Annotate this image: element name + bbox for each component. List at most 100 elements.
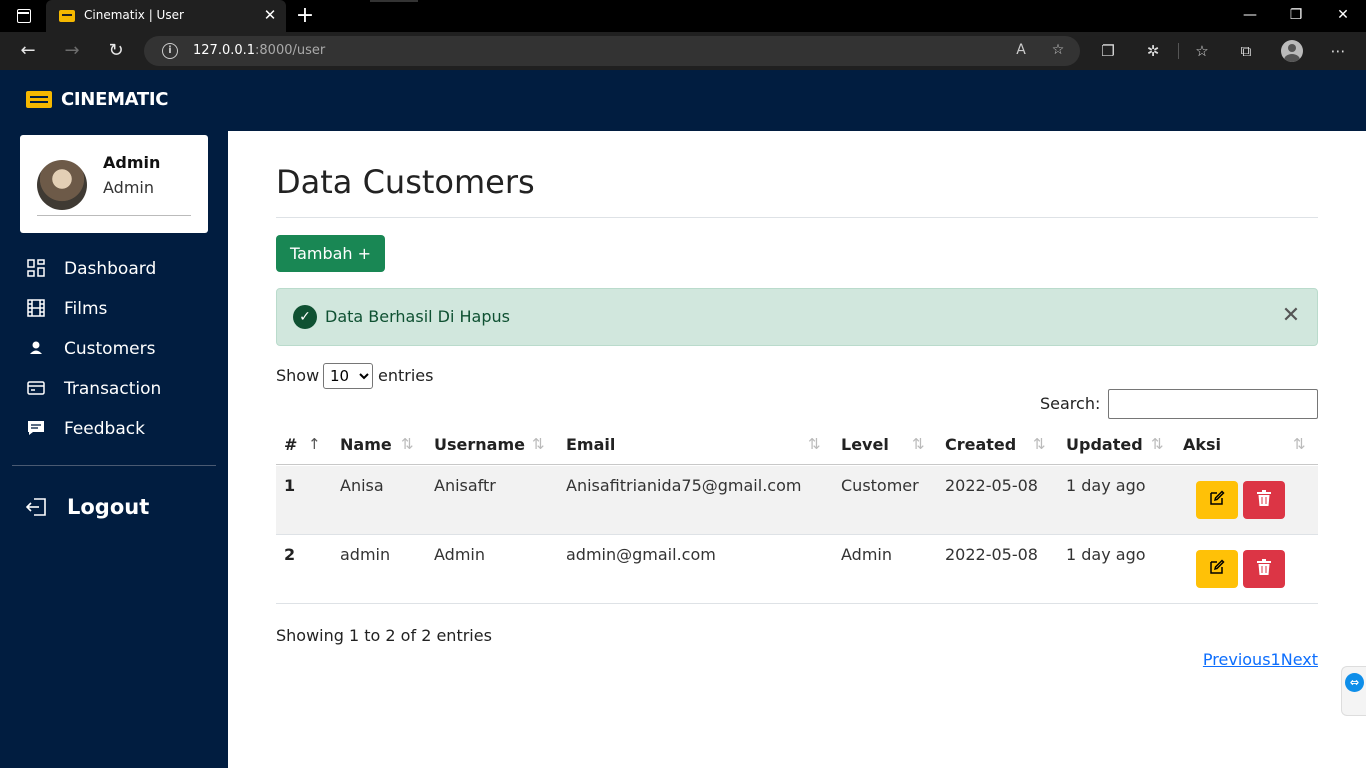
sort-icon[interactable]: ⇅ <box>1033 435 1046 453</box>
teamviewer-widget[interactable]: ⇔ <box>1341 666 1366 716</box>
entries-select[interactable]: 10 <box>323 363 373 389</box>
cell-no: 2 <box>284 545 296 564</box>
delete-button[interactable] <box>1243 550 1285 588</box>
sidebar-item-transaction[interactable]: Transaction <box>26 377 161 401</box>
refresh-icon[interactable]: ↻ <box>105 40 127 62</box>
column-header-updated[interactable]: Updated <box>1066 435 1143 454</box>
page-title: Data Customers <box>276 163 535 201</box>
sort-icon[interactable]: ⇅ <box>532 435 545 453</box>
teamviewer-icon: ⇔ <box>1345 673 1364 692</box>
delete-button[interactable] <box>1243 481 1285 519</box>
add-customer-button[interactable]: Tambah + <box>276 235 385 272</box>
edit-icon <box>1210 558 1225 574</box>
cell-username: Admin <box>434 545 485 564</box>
tab-title: Cinematix | User <box>84 8 184 22</box>
maximize-button[interactable]: ❐ <box>1286 7 1306 23</box>
browser-toolbar: ← → ↻ i 127.0.0.1:8000/user A ☆ ❐ ✲ ☆ ⧉ … <box>0 32 1366 70</box>
new-tab-button[interactable]: + <box>294 3 316 29</box>
sidebar-item-label: Customers <box>64 339 156 359</box>
cell-level: Admin <box>841 545 892 564</box>
sidebar-item-label: Dashboard <box>64 259 157 279</box>
sort-icon[interactable]: ⇅ <box>808 435 821 453</box>
cell-updated: 1 day ago <box>1066 476 1146 495</box>
table-row: 1 Anisa Anisaftr Anisafitrianida75@gmail… <box>276 466 1318 535</box>
address-bar[interactable]: i 127.0.0.1:8000/user A ☆ <box>144 36 1080 66</box>
tab-actions-icon[interactable]: ❐ <box>1098 41 1118 61</box>
user-name: Admin <box>103 153 161 172</box>
cell-email: admin@gmail.com <box>566 545 716 564</box>
site-info-icon[interactable]: i <box>162 43 178 59</box>
user-card-divider <box>37 215 191 216</box>
url-text[interactable]: 127.0.0.1:8000/user <box>193 43 325 58</box>
edit-button[interactable] <box>1196 550 1238 588</box>
table-header: # ↑ Name ⇅ Username ⇅ Email ⇅ Level ⇅ Cr… <box>276 427 1318 465</box>
trash-icon <box>1257 489 1271 506</box>
collections-icon[interactable]: ⧉ <box>1236 41 1256 61</box>
cell-updated: 1 day ago <box>1066 545 1146 564</box>
table-row: 2 admin Admin admin@gmail.com Admin 2022… <box>276 535 1318 604</box>
sidebar-item-label: Films <box>64 299 108 319</box>
search-input[interactable] <box>1108 389 1318 419</box>
sort-icon[interactable]: ⇅ <box>401 435 414 453</box>
page-link-1[interactable]: 1 <box>1271 650 1281 669</box>
favorite-add-icon[interactable]: ☆ <box>1049 42 1067 58</box>
column-header-name[interactable]: Name <box>340 435 392 454</box>
trash-icon <box>1257 558 1271 575</box>
sort-icon[interactable]: ⇅ <box>1293 435 1306 453</box>
sidebar-item-films[interactable]: Films <box>26 297 107 321</box>
column-header-level[interactable]: Level <box>841 435 889 454</box>
forward-arrow-icon[interactable]: → <box>61 40 83 62</box>
titlebar-accent <box>370 0 418 2</box>
ticket-logo-icon <box>26 91 52 108</box>
sidebar-item-dashboard[interactable]: Dashboard <box>26 257 156 281</box>
ticket-icon <box>59 10 75 22</box>
minimize-button[interactable]: — <box>1240 7 1260 23</box>
edit-button[interactable] <box>1196 481 1238 519</box>
cell-level: Customer <box>841 476 919 495</box>
window-menu-icon[interactable] <box>17 9 31 23</box>
user-icon <box>26 339 46 359</box>
search-label: Search: <box>1040 394 1101 413</box>
browser-tab[interactable]: Cinematix | User ✕ <box>46 0 286 32</box>
next-link[interactable]: Next <box>1281 650 1318 669</box>
close-icon[interactable]: ✕ <box>1279 303 1303 329</box>
sidebar-item-customers[interactable]: Customers <box>26 337 155 361</box>
avatar <box>37 160 87 210</box>
favorites-icon[interactable]: ☆ <box>1192 41 1212 61</box>
logout-label: Logout <box>67 495 150 519</box>
sort-icon[interactable]: ⇅ <box>1151 435 1164 453</box>
sidebar-item-label: Feedback <box>64 419 145 439</box>
table-info: Showing 1 to 2 of 2 entries <box>276 626 492 645</box>
profile-icon[interactable] <box>1281 40 1303 62</box>
column-header-aksi[interactable]: Aksi <box>1183 435 1221 454</box>
alert-message: Data Berhasil Di Hapus <box>325 307 510 326</box>
column-header-username[interactable]: Username <box>434 435 525 454</box>
edit-icon <box>1210 489 1225 505</box>
cell-no: 1 <box>284 476 296 495</box>
more-icon[interactable]: ⋯ <box>1328 41 1348 61</box>
sidebar-divider <box>12 465 216 466</box>
logout-button[interactable]: Logout <box>25 493 150 521</box>
extensions-icon[interactable]: ✲ <box>1143 41 1163 61</box>
column-header-email[interactable]: Email <box>566 435 615 454</box>
logo-text[interactable]: CINEMATIC <box>61 89 169 110</box>
back-arrow-icon[interactable]: ← <box>17 40 39 62</box>
dashboard-icon <box>26 259 46 279</box>
sort-icon[interactable]: ⇅ <box>912 435 925 453</box>
entries-label: entries <box>378 366 434 385</box>
user-role: Admin <box>103 178 154 197</box>
close-window-button[interactable]: ✕ <box>1333 7 1353 23</box>
tab-close-icon[interactable]: ✕ <box>262 6 278 24</box>
show-label: Show <box>276 366 320 385</box>
sort-asc-icon[interactable]: ↑ <box>308 435 321 453</box>
column-header-no[interactable]: # <box>284 435 297 454</box>
read-aloud-icon[interactable]: A <box>1012 42 1030 58</box>
sidebar-item-feedback[interactable]: Feedback <box>26 417 145 441</box>
column-header-created[interactable]: Created <box>945 435 1016 454</box>
title-divider <box>276 217 1318 218</box>
previous-link[interactable]: Previous <box>1203 650 1271 669</box>
sidebar: Admin Admin Dashboard Films Customers Tr… <box>0 131 228 768</box>
logout-icon <box>25 497 46 517</box>
cell-email: Anisafitrianida75@gmail.com <box>566 476 802 495</box>
user-card: Admin Admin <box>20 135 208 233</box>
